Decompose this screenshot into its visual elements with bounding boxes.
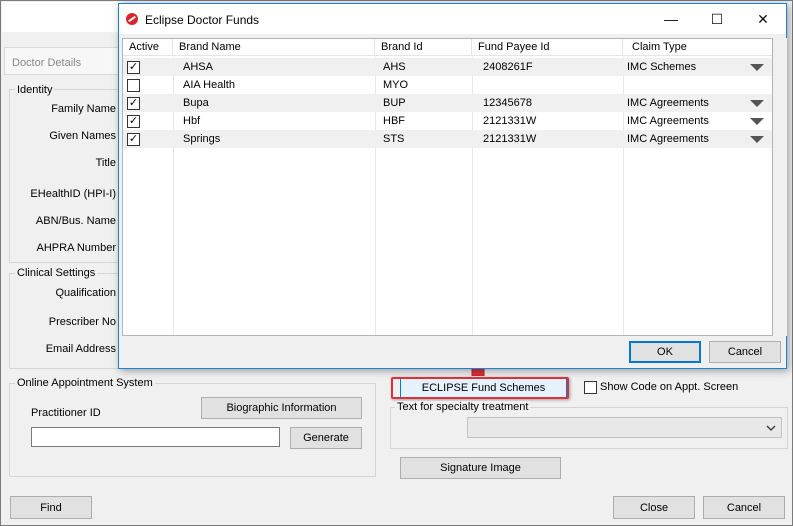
claim-type-cell[interactable]: IMC Schemes bbox=[627, 61, 696, 73]
dialog-title: Eclipse Doctor Funds bbox=[145, 13, 260, 27]
active-checkbox[interactable]: ✓ bbox=[127, 133, 140, 146]
signature-image-button[interactable]: Signature Image bbox=[400, 457, 561, 479]
online-appointment-label: Online Appointment System bbox=[15, 377, 155, 389]
brand-id-cell: MYO bbox=[383, 79, 409, 91]
active-checkbox[interactable]: ✓ bbox=[127, 61, 140, 74]
table-row[interactable]: ✓ AHSA AHS 2408261F IMC Schemes bbox=[123, 58, 772, 76]
funds-grid: Active Brand Name Brand Id Fund Payee Id… bbox=[122, 38, 773, 336]
generate-button[interactable]: Generate bbox=[290, 427, 362, 449]
active-checkbox[interactable]: ✓ bbox=[127, 97, 140, 110]
close-button[interactable]: Close bbox=[613, 496, 695, 519]
payee-id-cell[interactable]: 2408261F bbox=[483, 61, 533, 73]
payee-id-cell[interactable]: 2121331W bbox=[483, 115, 536, 127]
active-checkbox[interactable]: ✓ bbox=[127, 115, 140, 128]
practitioner-id-label: Practitioner ID bbox=[31, 407, 101, 419]
abn-label: ABN/Bus. Name bbox=[35, 215, 116, 227]
dropdown-arrow-icon[interactable] bbox=[750, 100, 764, 107]
payee-id-cell[interactable]: 12345678 bbox=[483, 97, 532, 109]
brand-id-cell: STS bbox=[383, 133, 405, 145]
eclipse-doctor-funds-dialog: Eclipse Doctor Funds — ☐ ✕ Active Brand … bbox=[118, 3, 787, 369]
brand-name-cell: Bupa bbox=[183, 97, 209, 109]
claim-type-cell[interactable]: IMC Agreements bbox=[627, 97, 709, 109]
minimize-icon[interactable]: — bbox=[648, 4, 694, 34]
active-checkbox[interactable] bbox=[127, 79, 140, 92]
practitioner-id-input[interactable] bbox=[31, 427, 280, 447]
brand-name-cell: AIA Health bbox=[183, 79, 235, 91]
eclipse-logo-icon bbox=[126, 13, 138, 25]
dropdown-arrow-icon[interactable] bbox=[750, 64, 764, 71]
dialog-titlebar: Eclipse Doctor Funds — ☐ ✕ bbox=[119, 4, 786, 34]
grid-header: Active Brand Name Brand Id Fund Payee Id… bbox=[123, 39, 772, 56]
column-header-brand-id[interactable]: Brand Id bbox=[375, 39, 472, 56]
claim-type-cell[interactable]: IMC Agreements bbox=[627, 115, 709, 127]
chevron-down-icon bbox=[766, 425, 776, 431]
show-code-checkbox[interactable] bbox=[584, 381, 597, 394]
ehealth-id-label: EHealthID (HPI-I) bbox=[30, 188, 116, 200]
ok-button[interactable]: OK bbox=[629, 341, 701, 363]
qualification-label: Qualification bbox=[55, 287, 116, 299]
dropdown-arrow-icon[interactable] bbox=[750, 118, 764, 125]
show-code-label: Show Code on Appt. Screen bbox=[600, 381, 739, 393]
brand-id-cell: AHS bbox=[383, 61, 406, 73]
brand-name-cell: Hbf bbox=[183, 115, 201, 127]
email-address-label: Email Address bbox=[45, 343, 116, 355]
table-row[interactable]: AIA Health MYO bbox=[123, 76, 772, 94]
ahpra-label: AHPRA Number bbox=[36, 242, 116, 254]
prescriber-no-label: Prescriber No bbox=[48, 316, 116, 328]
table-row[interactable]: ✓ Hbf HBF 2121331W IMC Agreements bbox=[123, 112, 772, 130]
find-button[interactable]: Find bbox=[10, 496, 92, 519]
column-header-fund-payee-id[interactable]: Fund Payee Id bbox=[472, 39, 623, 56]
dialog-cancel-button[interactable]: Cancel bbox=[709, 341, 781, 363]
grid-scrollbar[interactable] bbox=[773, 38, 787, 336]
given-names-label: Given Names bbox=[49, 130, 116, 142]
family-name-label: Family Name bbox=[51, 103, 116, 115]
claim-type-cell[interactable]: IMC Agreements bbox=[627, 133, 709, 145]
tab-doctor-details[interactable]: Doctor Details bbox=[4, 47, 121, 75]
biographic-information-button[interactable]: Biographic Information bbox=[201, 397, 362, 419]
specialty-label: Text for specialty treatment bbox=[395, 401, 531, 413]
title-label: Title bbox=[95, 157, 116, 169]
brand-name-cell: AHSA bbox=[183, 61, 213, 73]
specialty-dropdown[interactable] bbox=[467, 417, 782, 438]
column-header-active[interactable]: Active bbox=[123, 39, 173, 56]
owner-titlebar bbox=[2, 2, 122, 32]
highlight-box bbox=[391, 377, 569, 399]
close-icon[interactable]: ✕ bbox=[740, 4, 786, 34]
maximize-icon[interactable]: ☐ bbox=[694, 4, 740, 34]
clinical-settings-label: Clinical Settings bbox=[15, 267, 98, 279]
brand-id-cell: BUP bbox=[383, 97, 406, 109]
dropdown-arrow-icon[interactable] bbox=[750, 136, 764, 143]
table-row[interactable]: ✓ Bupa BUP 12345678 IMC Agreements bbox=[123, 94, 772, 112]
identity-group-label: Identity bbox=[15, 84, 55, 96]
table-row[interactable]: ✓ Springs STS 2121331W IMC Agreements bbox=[123, 130, 772, 148]
owner-cancel-button[interactable]: Cancel bbox=[703, 496, 785, 519]
brand-id-cell: HBF bbox=[383, 115, 405, 127]
column-header-brand-name[interactable]: Brand Name bbox=[173, 39, 375, 56]
column-header-claim-type[interactable]: Claim Type bbox=[623, 39, 772, 56]
brand-name-cell: Springs bbox=[183, 133, 221, 145]
payee-id-cell[interactable]: 2121331W bbox=[483, 133, 536, 145]
